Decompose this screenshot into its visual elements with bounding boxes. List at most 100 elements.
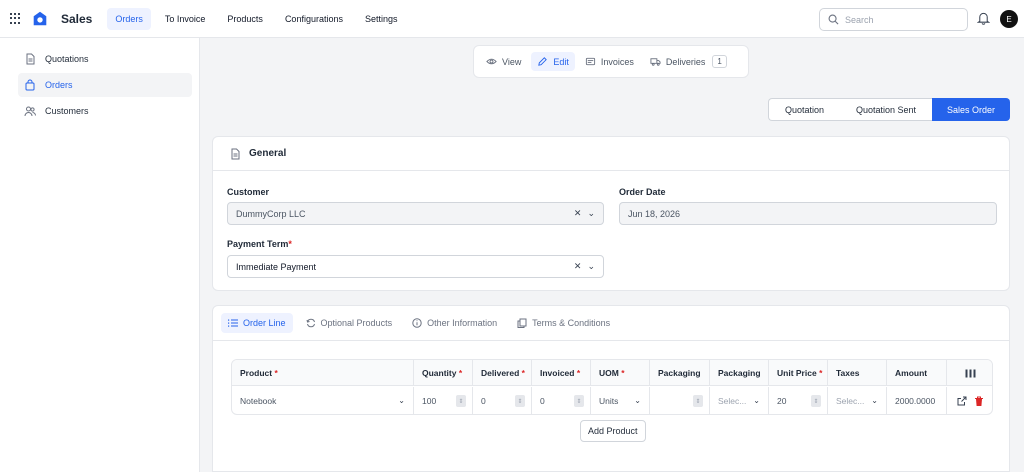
required-marker: * [458, 368, 463, 378]
sidebar-item-label: Orders [45, 80, 73, 90]
order-date-field[interactable]: Jun 18, 2026 [619, 202, 997, 225]
invoiced-value: 0 [540, 396, 545, 406]
nav-settings[interactable]: Settings [357, 8, 406, 30]
invoiced-cell[interactable]: 0 ⇕ [531, 387, 590, 414]
view-button[interactable]: View [480, 52, 527, 71]
quantity-value: 100 [422, 396, 437, 406]
tab-label: Optional Products [320, 318, 393, 328]
tab-order-line[interactable]: Order Line [221, 313, 293, 333]
search-placeholder: Search [845, 14, 874, 25]
product-cell[interactable]: Notebook ⌄ [232, 387, 413, 414]
deliveries-label: Deliveries [665, 56, 706, 67]
info-icon [412, 318, 422, 328]
stepper-icon[interactable]: ⇕ [456, 395, 466, 407]
stage-sales-order[interactable]: Sales Order [932, 98, 1010, 121]
column-label: Quantity [422, 368, 457, 378]
column-header-packaging-qty: Packaging [649, 360, 709, 386]
clear-icon[interactable]: ✕ [574, 208, 582, 219]
app-logo-icon [33, 11, 47, 25]
edit-button[interactable]: Edit [531, 52, 575, 71]
column-header-taxes: Taxes [827, 360, 886, 386]
truck-icon [650, 58, 661, 66]
column-label: Invoiced [540, 368, 575, 378]
tab-label: Terms & Conditions [532, 318, 611, 328]
order-date-label: Order Date [619, 187, 666, 197]
column-header-packaging: Packaging [709, 360, 768, 386]
deliveries-button[interactable]: Deliveries 1 [644, 51, 733, 72]
payment-term-field[interactable]: Immediate Payment ✕ ⌄ [227, 255, 604, 278]
sidebar-item-quotations[interactable]: Quotations [18, 47, 192, 71]
apps-grid-icon[interactable] [10, 12, 22, 25]
invoice-icon [585, 57, 595, 66]
payment-term-label: Payment Term* [227, 239, 292, 249]
stage-quotation[interactable]: Quotation [768, 98, 840, 121]
stage-quotation-sent[interactable]: Quotation Sent [840, 98, 932, 121]
table-header: Product * Quantity * Delivered * Invoice… [232, 360, 992, 386]
chevron-down-icon[interactable]: ⌄ [398, 396, 405, 405]
user-avatar[interactable]: E [1000, 10, 1018, 28]
chevron-down-icon[interactable]: ⌄ [634, 396, 641, 405]
nav-products[interactable]: Products [219, 8, 271, 30]
tab-other-information[interactable]: Other Information [405, 313, 504, 333]
column-header-amount: Amount [886, 360, 946, 386]
stepper-icon[interactable]: ⇕ [574, 395, 584, 407]
shopping-bag-icon [25, 79, 35, 91]
clear-icon[interactable]: ✕ [574, 261, 582, 272]
status-pipeline: Quotation Quotation Sent Sales Order [768, 98, 1010, 121]
sidebar-item-label: Customers [45, 106, 89, 116]
customer-field[interactable]: DummyCorp LLC ✕ ⌄ [227, 202, 604, 225]
nav-configurations[interactable]: Configurations [277, 8, 351, 30]
document-icon [26, 53, 35, 65]
unit-price-cell[interactable]: 20 ⇕ [768, 387, 827, 414]
stage-label: Sales Order [946, 104, 996, 115]
customer-value: DummyCorp LLC [236, 208, 306, 219]
amount-cell: 2000.0000 [886, 387, 946, 414]
required-marker: * [621, 368, 625, 378]
search-input[interactable]: Search [819, 8, 968, 31]
add-product-button[interactable]: Add Product [580, 420, 646, 442]
required-marker: * [274, 368, 278, 378]
packaging-cell[interactable]: Selec... ⌄ [709, 387, 768, 414]
columns-icon [965, 369, 976, 377]
payment-term-label-text: Payment Term [227, 239, 289, 249]
column-header-invoiced: Invoiced * [531, 360, 590, 386]
delivered-cell[interactable]: 0 ⇕ [472, 387, 531, 414]
open-external-icon[interactable] [957, 396, 967, 406]
invoices-button[interactable]: Invoices [579, 52, 640, 71]
stage-label: Quotation Sent [855, 104, 917, 115]
chevron-down-icon[interactable]: ⌄ [753, 396, 760, 405]
trash-icon[interactable] [974, 396, 984, 407]
copy-icon [517, 318, 527, 328]
column-settings[interactable] [946, 360, 992, 386]
nav-orders[interactable]: Orders [107, 7, 151, 30]
sidebar-item-customers[interactable]: Customers [18, 99, 192, 123]
chevron-down-icon[interactable]: ⌄ [587, 261, 595, 272]
required-marker: * [521, 368, 525, 378]
order-tabs: Order Line Optional Products Other Infor… [213, 306, 1009, 341]
quantity-cell[interactable]: 100 ⇕ [413, 387, 472, 414]
nav-to-invoice[interactable]: To Invoice [157, 8, 214, 30]
main-nav: Orders To Invoice Products Configuration… [107, 7, 406, 30]
tab-optional-products[interactable]: Optional Products [299, 313, 400, 333]
chevron-down-icon[interactable]: ⌄ [871, 396, 878, 405]
sidebar-item-orders[interactable]: Orders [18, 73, 192, 97]
column-header-unit-price: Unit Price * [768, 360, 827, 386]
taxes-cell[interactable]: Selec... ⌄ [827, 387, 886, 414]
sidebar: Quotations Orders Customers [0, 38, 200, 472]
column-header-quantity: Quantity * [413, 360, 472, 386]
column-header-product: Product * [232, 360, 413, 386]
stepper-icon[interactable]: ⇕ [693, 395, 703, 407]
uom-cell[interactable]: Units ⌄ [590, 387, 649, 414]
stepper-icon[interactable]: ⇕ [811, 395, 821, 407]
taxes-value: Selec... [836, 396, 865, 406]
required-marker: * [576, 368, 581, 378]
unit-price-value: 20 [777, 396, 787, 406]
stepper-icon[interactable]: ⇕ [515, 395, 525, 407]
users-icon [24, 106, 36, 117]
tab-terms-conditions[interactable]: Terms & Conditions [510, 313, 617, 333]
search-icon [828, 14, 839, 25]
chevron-down-icon[interactable]: ⌄ [587, 208, 595, 219]
deliveries-count-badge: 1 [712, 55, 727, 68]
bell-icon[interactable] [977, 11, 990, 25]
packaging-qty-cell[interactable]: ⇕ [649, 387, 709, 414]
